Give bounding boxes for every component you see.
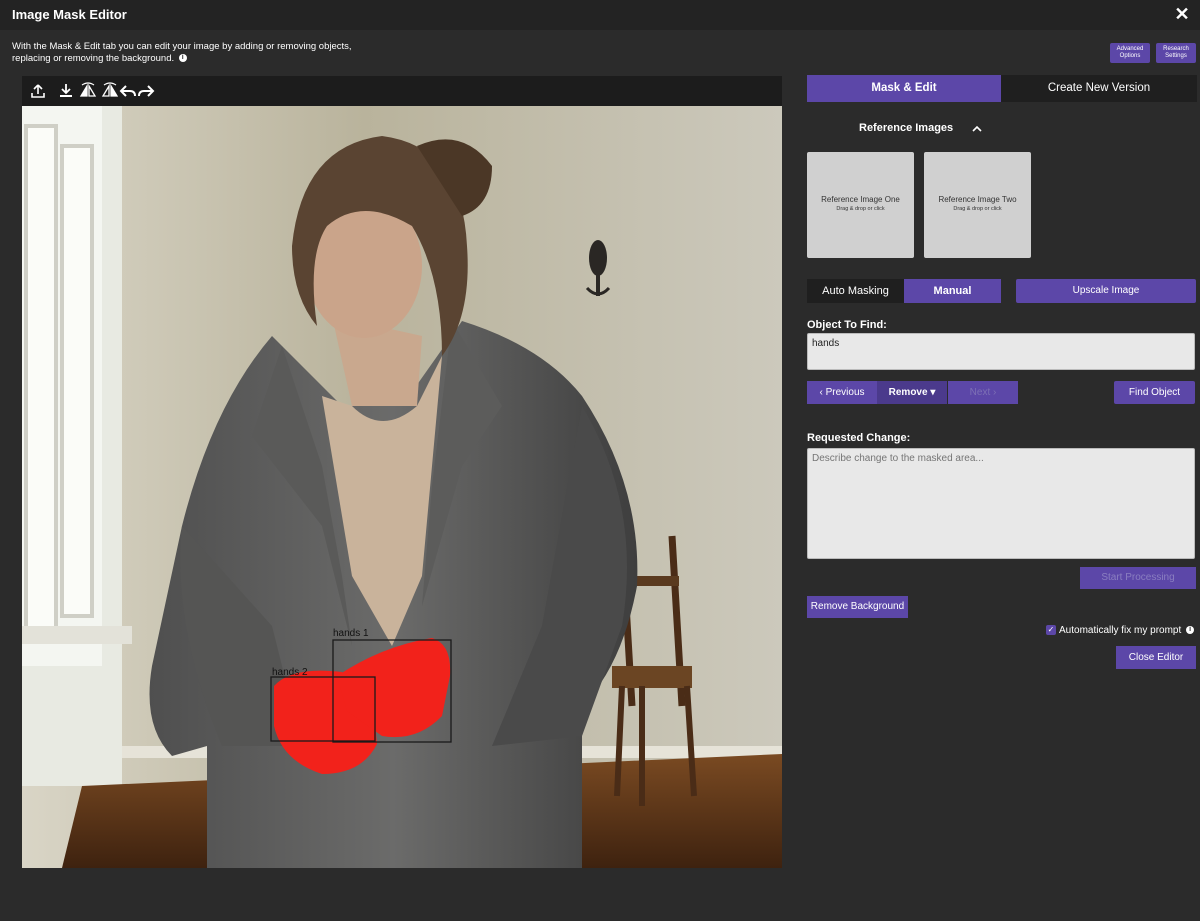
next-button[interactable]: Next › bbox=[948, 381, 1018, 404]
find-object-button[interactable]: Find Object bbox=[1114, 381, 1195, 404]
remove-background-button[interactable]: Remove Background bbox=[807, 596, 908, 618]
reference-images-title: Reference Images bbox=[859, 122, 954, 134]
detection-label-hands-1: hands 1 bbox=[333, 628, 369, 639]
reference-image-two-label: Reference Image Two bbox=[938, 195, 1017, 204]
auto-fix-prompt-option[interactable]: ✓ Automatically fix my prompt i bbox=[1046, 625, 1195, 636]
reference-image-one-label: Reference Image One bbox=[821, 195, 900, 204]
research-settings-label-2: Settings bbox=[1165, 53, 1187, 59]
requested-change-label: Requested Change: bbox=[807, 432, 911, 444]
previous-button[interactable]: ‹ Previous bbox=[807, 381, 877, 404]
redo-icon[interactable] bbox=[136, 81, 156, 101]
upload-icon[interactable] bbox=[28, 81, 48, 101]
advanced-options-button[interactable]: Advanced Options bbox=[1110, 43, 1150, 63]
window-title: Image Mask Editor bbox=[12, 7, 127, 22]
advanced-options-label-2: Options bbox=[1119, 53, 1141, 59]
object-to-find-label: Object To Find: bbox=[807, 319, 887, 331]
editor-toolbar bbox=[22, 76, 782, 106]
auto-masking-button[interactable]: Auto Masking bbox=[807, 279, 904, 303]
research-settings-label-1: Research bbox=[1163, 46, 1189, 52]
start-processing-button[interactable]: Start Processing bbox=[1080, 567, 1196, 589]
info-icon[interactable]: i bbox=[1186, 626, 1195, 635]
auto-fix-checkbox[interactable]: ✓ bbox=[1046, 625, 1056, 636]
download-icon[interactable] bbox=[56, 81, 76, 101]
tab-create-new-version[interactable]: Create New Version bbox=[1001, 75, 1197, 102]
close-icon[interactable]: ✕ bbox=[1172, 4, 1192, 24]
editor-tabs: Mask & Edit Create New Version bbox=[807, 75, 1197, 102]
upscale-image-button[interactable]: Upscale Image bbox=[1016, 279, 1196, 303]
image-canvas[interactable]: hands 1 hands 2 bbox=[22, 106, 782, 868]
flip-horizontal-icon[interactable] bbox=[78, 81, 98, 101]
edited-photo: hands 1 hands 2 bbox=[22, 106, 782, 868]
reference-image-one-dropzone[interactable]: Reference Image One Drag & drop or click bbox=[807, 152, 914, 258]
reference-image-one-hint: Drag & drop or click bbox=[836, 206, 885, 212]
advanced-options-label-1: Advanced bbox=[1116, 46, 1144, 52]
flip-vertical-icon[interactable] bbox=[100, 81, 120, 101]
remove-dropdown-button[interactable]: Remove ▾ bbox=[877, 381, 947, 404]
intro-text: With the Mask & Edit tab you can edit yo… bbox=[12, 41, 372, 65]
tab-mask-edit[interactable]: Mask & Edit bbox=[807, 75, 1001, 102]
info-icon[interactable]: i bbox=[178, 54, 187, 63]
reference-image-two-hint: Drag & drop or click bbox=[953, 206, 1002, 212]
auto-fix-label: Automatically fix my prompt bbox=[1059, 625, 1182, 636]
close-editor-button[interactable]: Close Editor bbox=[1116, 646, 1196, 669]
requested-change-input[interactable] bbox=[807, 448, 1195, 559]
detection-label-hands-2: hands 2 bbox=[272, 667, 308, 678]
reference-image-two-dropzone[interactable]: Reference Image Two Drag & drop or click bbox=[924, 152, 1031, 258]
research-settings-button[interactable]: Research Settings bbox=[1156, 43, 1196, 63]
manual-masking-button[interactable]: Manual bbox=[904, 279, 1001, 303]
object-to-find-input[interactable]: hands bbox=[807, 333, 1195, 370]
undo-icon[interactable] bbox=[118, 81, 138, 101]
title-bar: Image Mask Editor ✕ bbox=[0, 0, 1200, 30]
chevron-up-icon[interactable] bbox=[970, 122, 984, 136]
